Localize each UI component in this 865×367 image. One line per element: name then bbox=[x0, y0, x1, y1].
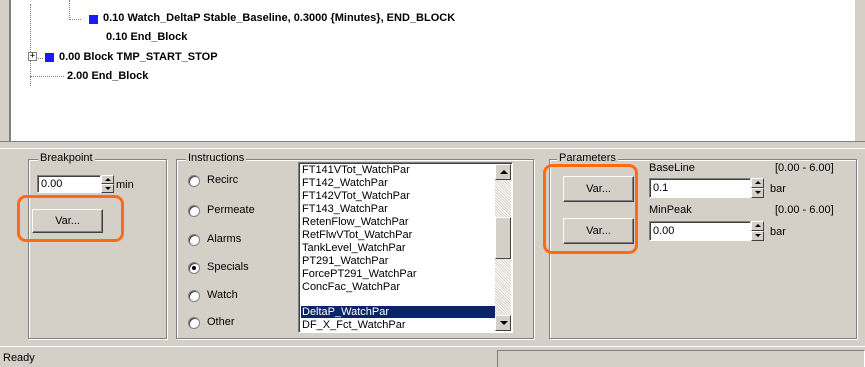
minpeak-unit: bar bbox=[770, 226, 786, 238]
list-item[interactable]: TankLevel_WatchPar bbox=[301, 242, 497, 254]
tree-line-end-block[interactable]: 0.10 End_Block bbox=[106, 31, 187, 43]
listbox-scrollbar[interactable] bbox=[495, 164, 511, 331]
list-item[interactable]: RetFlwVTot_WatchPar bbox=[301, 229, 497, 241]
list-item[interactable]: FT142VTot_WatchPar bbox=[301, 190, 497, 202]
list-item[interactable]: RetenFlow_WatchPar bbox=[301, 216, 497, 228]
spin-up-icon[interactable] bbox=[751, 178, 764, 188]
minpeak-spinner[interactable] bbox=[751, 221, 764, 241]
instructions-title: Instructions bbox=[186, 152, 247, 164]
baseline-unit: bar bbox=[770, 183, 786, 195]
baseline-input[interactable]: 0.1 bbox=[649, 178, 751, 198]
block-node-icon bbox=[45, 53, 54, 62]
list-item[interactable]: ForcePT291_WatchPar bbox=[301, 268, 497, 280]
radio-specials-label[interactable]: Specials bbox=[207, 261, 249, 273]
spin-down-icon[interactable] bbox=[751, 231, 764, 241]
program-tree[interactable]: 0.10 Watch_DeltaP Stable_Baseline, 0.300… bbox=[9, 0, 855, 141]
tree-line-watch[interactable]: 0.10 Watch_DeltaP Stable_Baseline, 0.300… bbox=[103, 12, 455, 24]
radio-recirc[interactable] bbox=[188, 175, 200, 187]
status-pane bbox=[497, 350, 865, 367]
baseline-spinner[interactable] bbox=[751, 178, 764, 198]
spin-down-icon[interactable] bbox=[751, 188, 764, 198]
radio-permeate-label[interactable]: Permeate bbox=[207, 204, 255, 216]
radio-watch-label[interactable]: Watch bbox=[207, 289, 238, 301]
scroll-down-icon[interactable] bbox=[495, 315, 511, 331]
param-name-baseline: BaseLine bbox=[649, 162, 695, 174]
list-item[interactable]: ConcFac_WatchPar bbox=[301, 281, 497, 293]
breakpoint-input[interactable]: 0.00 bbox=[37, 175, 101, 193]
tree-line-block[interactable]: 0.00 Block TMP_START_STOP bbox=[59, 51, 218, 63]
list-item[interactable]: FT142_WatchPar bbox=[301, 177, 497, 189]
block-node-icon bbox=[89, 15, 98, 24]
list-item[interactable]: DF_X_Fct_WatchPar bbox=[301, 319, 497, 331]
pane-splitter[interactable] bbox=[0, 141, 865, 149]
instructions-listbox[interactable]: FT141VTot_WatchPar FT142_WatchPar FT142V… bbox=[298, 162, 513, 333]
radio-other[interactable] bbox=[188, 317, 200, 329]
breakpoint-title: Breakpoint bbox=[38, 152, 95, 164]
breakpoint-var-button[interactable]: Var... bbox=[32, 209, 103, 233]
scroll-thumb[interactable] bbox=[495, 217, 511, 259]
radio-alarms-label[interactable]: Alarms bbox=[207, 233, 241, 245]
expand-icon[interactable]: + bbox=[28, 52, 37, 61]
radio-watch[interactable] bbox=[188, 290, 200, 302]
parameters-title: Parameters bbox=[557, 152, 618, 164]
param-range-baseline: [0.00 - 6.00] bbox=[775, 162, 834, 174]
radio-alarms[interactable] bbox=[188, 234, 200, 246]
list-item[interactable]: FT141VTot_WatchPar bbox=[301, 164, 497, 176]
tree-line-end-block-root[interactable]: 2.00 End_Block bbox=[67, 70, 148, 82]
status-bar: Ready bbox=[0, 346, 865, 367]
param-range-minpeak: [0.00 - 6.00] bbox=[775, 204, 834, 216]
radio-specials[interactable] bbox=[188, 262, 200, 274]
spin-up-icon[interactable] bbox=[751, 221, 764, 231]
scroll-up-icon[interactable] bbox=[495, 164, 511, 180]
radio-permeate[interactable] bbox=[188, 205, 200, 217]
list-item[interactable]: PT291_WatchPar bbox=[301, 255, 497, 267]
list-item-selected[interactable]: DeltaP_WatchPar bbox=[301, 306, 497, 318]
list-item[interactable]: FT143_WatchPar bbox=[301, 203, 497, 215]
breakpoint-unit: min bbox=[116, 179, 134, 191]
radio-other-label[interactable]: Other bbox=[207, 316, 235, 328]
status-text: Ready bbox=[3, 352, 35, 364]
minpeak-input[interactable]: 0.00 bbox=[649, 221, 751, 241]
param-var-button-1[interactable]: Var... bbox=[563, 176, 634, 202]
param-var-button-2[interactable]: Var... bbox=[563, 218, 634, 244]
breakpoint-spinner[interactable] bbox=[101, 175, 114, 193]
radio-recirc-label[interactable]: Recirc bbox=[207, 174, 238, 186]
spin-up-icon[interactable] bbox=[101, 175, 114, 184]
param-name-minpeak: MinPeak bbox=[649, 204, 692, 216]
spin-down-icon[interactable] bbox=[101, 184, 114, 193]
